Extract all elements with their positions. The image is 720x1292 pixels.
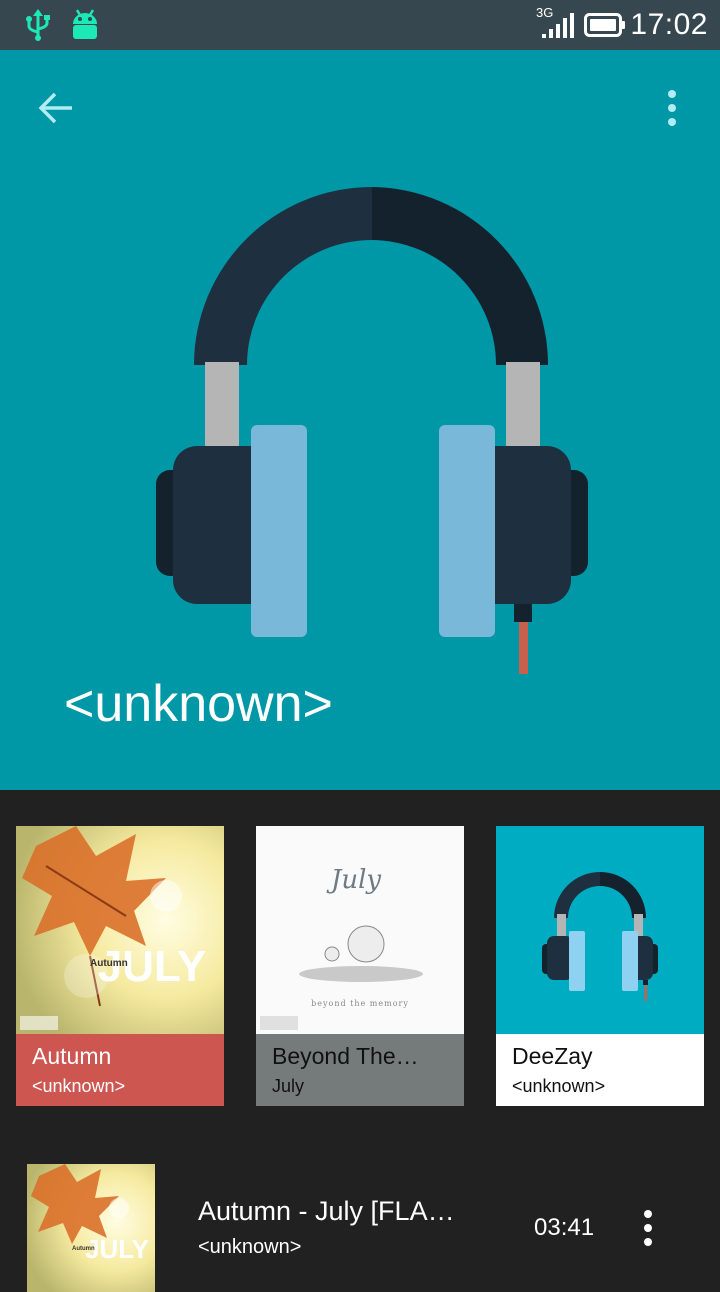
logo-badge xyxy=(260,1016,298,1030)
album-cover-subtitle: beyond the memory xyxy=(311,999,409,1008)
headphones-artwork xyxy=(496,826,704,1034)
album-title: Autumn xyxy=(32,1043,112,1069)
battery-icon xyxy=(584,13,625,37)
album-title: Beyond The… xyxy=(272,1043,419,1069)
album-card[interactable]: DeeZay <unknown> xyxy=(496,826,704,1106)
artist-header: <unknown> xyxy=(0,50,720,790)
album-meta: Autumn <unknown> xyxy=(16,1034,224,1106)
album-artist: <unknown> xyxy=(512,1076,606,1096)
album-cover-subtitle: Autumn xyxy=(90,958,128,969)
album-meta: DeeZay <unknown> xyxy=(496,1034,704,1106)
clock: 17:02 xyxy=(630,8,708,41)
usb-icon xyxy=(26,9,50,41)
album-card[interactable]: JULY Autumn Autumn <unknown> xyxy=(16,826,224,1106)
android-debug-icon xyxy=(73,9,97,39)
artist-title: <unknown> xyxy=(64,675,333,733)
more-vert-icon[interactable] xyxy=(646,82,698,134)
song-row[interactable]: JULY Autumn Autumn - July [FLAC… <unknow… xyxy=(0,1140,720,1292)
headphones-artwork xyxy=(156,187,588,674)
signal-icon xyxy=(542,13,574,38)
song-duration: 03:41 xyxy=(534,1214,595,1241)
album-cover-image: JULY Autumn xyxy=(16,826,224,1034)
album-artist: <unknown> xyxy=(32,1076,126,1096)
more-vert-icon[interactable] xyxy=(630,1206,666,1250)
album-card[interactable]: July beyond the memory Beyond The… July xyxy=(256,826,464,1106)
song-title: Autumn - July [FLAC… xyxy=(198,1196,468,1226)
song-cover-image: JULY Autumn xyxy=(27,1164,155,1292)
logo-badge xyxy=(20,1016,58,1030)
album-artist: July xyxy=(272,1076,305,1096)
album-grid: JULY Autumn Autumn <unknown> July beyond… xyxy=(0,826,720,1106)
status-bar: 3G 17:02 xyxy=(0,0,720,50)
album-cover-image: July beyond the memory xyxy=(256,826,464,1034)
album-cover-title: July xyxy=(326,865,381,895)
album-title: DeeZay xyxy=(512,1043,593,1069)
song-artist: <unknown> xyxy=(198,1236,302,1258)
album-meta: Beyond The… July xyxy=(256,1034,464,1106)
song-cover-subtitle: Autumn xyxy=(72,1246,95,1252)
arrow-left-icon[interactable] xyxy=(30,82,82,134)
